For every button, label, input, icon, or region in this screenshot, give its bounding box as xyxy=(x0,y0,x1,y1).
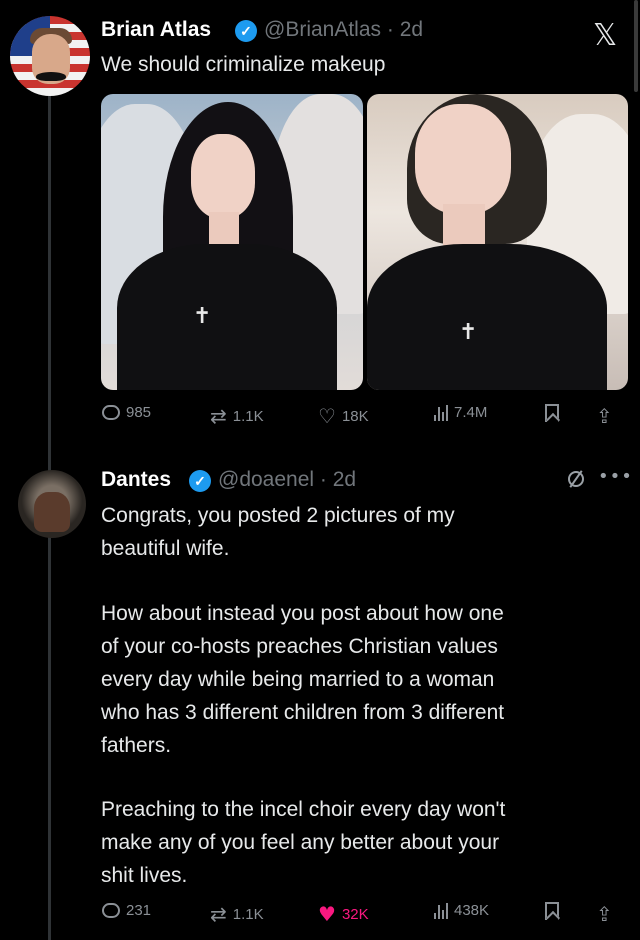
reply-author-name[interactable]: Dantes xyxy=(101,468,171,492)
share-button[interactable]: ⇪ xyxy=(596,404,613,428)
reply-line: beautiful wife. xyxy=(101,537,230,560)
tweet-image-2[interactable]: ✝ xyxy=(367,94,628,390)
share-icon: ⇪ xyxy=(596,404,613,428)
share-icon: ⇪ xyxy=(596,902,613,926)
like-button[interactable]: ♡ 18K xyxy=(318,404,369,428)
bookmark-button[interactable] xyxy=(545,404,559,422)
tweet-handle-time[interactable]: @BrianAtlas · 2d xyxy=(264,18,423,42)
views-count: 438K xyxy=(454,902,490,919)
like-button[interactable]: ♥ 32K xyxy=(318,902,369,926)
heart-icon: ♡ xyxy=(318,404,336,428)
heart-icon: ♥ xyxy=(318,902,336,926)
repost-icon: ⇄ xyxy=(210,902,227,926)
like-count: 32K xyxy=(341,905,369,923)
bookmark-icon xyxy=(545,404,559,422)
verified-badge-icon: ✓ xyxy=(235,20,257,42)
x-logo-icon[interactable]: 𝕏 xyxy=(593,18,617,53)
reply-line: How about instead you post about how one xyxy=(101,602,504,625)
views-button[interactable]: 7.4M xyxy=(434,404,487,421)
views-icon xyxy=(434,902,448,919)
more-icon[interactable]: ••• xyxy=(598,466,633,487)
repost-button[interactable]: ⇄ 1.1K xyxy=(210,902,264,926)
avatar-dantes[interactable] xyxy=(18,470,86,538)
scrollbar-thumb[interactable] xyxy=(634,0,638,92)
reply-line: fathers. xyxy=(101,734,172,757)
reply-paragraph-1: Congrats, you posted 2 pictures of my be… xyxy=(101,499,455,565)
tweet-text: We should criminalize makeup xyxy=(101,53,386,76)
reply-icon xyxy=(102,903,120,918)
reply-line: of your co-hosts preaches Christian valu… xyxy=(101,635,498,658)
reply-handle-time[interactable]: @doaenel · 2d xyxy=(218,468,356,492)
reply-paragraph-3: Preaching to the incel choir every day w… xyxy=(101,793,505,892)
reply-paragraph-2: How about instead you post about how one… xyxy=(101,597,504,762)
reply-count: 231 xyxy=(126,902,152,919)
bookmark-button[interactable] xyxy=(545,902,559,920)
reply-line: make any of you feel any better about yo… xyxy=(101,831,500,854)
views-icon xyxy=(434,404,448,421)
reply-icon xyxy=(102,405,120,420)
share-button[interactable]: ⇪ xyxy=(596,902,613,926)
reply-count: 985 xyxy=(126,404,152,421)
reply-line: every day while being married to a woman xyxy=(101,668,495,691)
repost-icon: ⇄ xyxy=(210,404,227,428)
grok-icon[interactable] xyxy=(568,471,584,487)
repost-button[interactable]: ⇄ 1.1K xyxy=(210,404,264,428)
tweet-action-bar: 985 ⇄ 1.1K ♡ 18K 7.4M ⇪ xyxy=(100,404,630,434)
views-button[interactable]: 438K xyxy=(434,902,489,919)
repost-count: 1.1K xyxy=(232,905,264,923)
like-count: 18K xyxy=(341,407,369,425)
reply-button[interactable]: 231 xyxy=(102,902,151,919)
reply-line: Preaching to the incel choir every day w… xyxy=(101,798,506,821)
avatar-brian-atlas[interactable] xyxy=(10,16,90,96)
reply-button[interactable]: 985 xyxy=(102,404,151,421)
reply-line: Congrats, you posted 2 pictures of my xyxy=(101,504,455,527)
tweet-author-name[interactable]: Brian Atlas xyxy=(101,18,211,42)
tweet-image-1[interactable]: ✝ xyxy=(101,94,363,390)
reply-line: who has 3 different children from 3 diff… xyxy=(101,701,505,724)
views-count: 7.4M xyxy=(454,404,488,421)
repost-count: 1.1K xyxy=(232,407,264,425)
reply-action-bar: 231 ⇄ 1.1K ♥ 32K 438K ⇪ xyxy=(100,902,630,932)
reply-line: shit lives. xyxy=(101,864,188,887)
verified-badge-icon: ✓ xyxy=(189,470,211,492)
bookmark-icon xyxy=(545,902,559,920)
